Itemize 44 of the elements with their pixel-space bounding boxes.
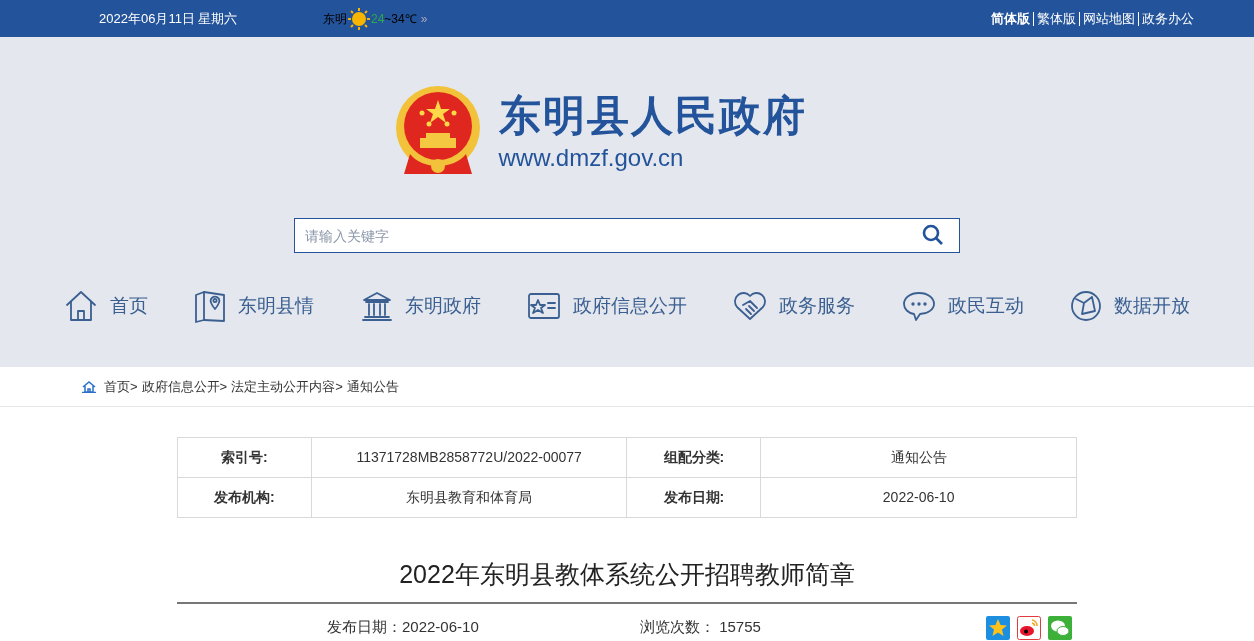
search-field[interactable]: 请输入关键字 (294, 218, 960, 253)
wechat-icon[interactable] (1048, 615, 1072, 640)
home-icon (64, 289, 98, 323)
sun-icon (347, 6, 371, 31)
table-cell: 2022-06-10 (761, 478, 1077, 518)
site-name: 东明县人民政府 (498, 91, 807, 141)
nav-item[interactable]: 政务服务 (733, 289, 856, 323)
view-count: 浏览次数： 15755 (640, 617, 761, 638)
low-temperature: 24 (371, 10, 385, 28)
high-temperature: ~34℃ (384, 10, 417, 28)
handshake-icon (733, 290, 768, 322)
nav-item[interactable]: 数据开放 (1069, 289, 1190, 323)
nav-item[interactable]: 东明县情 (194, 289, 315, 323)
breadcrumb-link[interactable]: 法定主动公开内容> (231, 376, 343, 397)
breadcrumb-link[interactable]: 首页> (104, 376, 138, 397)
nav-item[interactable]: 政民互动 (901, 289, 1024, 323)
chat-icon (901, 290, 936, 322)
site-url: www.dmzf.gov.cn (498, 143, 685, 173)
table-header-cell: 组配分类: (627, 438, 762, 478)
weather-city: 东明 (323, 10, 347, 28)
table-cell: 通知公告 (761, 438, 1077, 478)
nav-item[interactable]: 首页 (64, 289, 148, 323)
article-title: 2022年东明县教体系统公开招聘教师简章 (399, 560, 855, 588)
network-globe-icon (1069, 290, 1102, 322)
weibo-icon[interactable] (1017, 615, 1041, 640)
building-icon (360, 290, 393, 322)
home-icon (82, 380, 96, 393)
table-header-cell: 发布机构: (178, 478, 312, 518)
breadcrumb-link[interactable]: 通知公告 (346, 376, 399, 397)
table-header-cell: 发布日期: (627, 478, 762, 518)
table-header-cell: 索引号: (178, 438, 312, 478)
nav-item[interactable]: 政府信息公开 (527, 289, 687, 323)
table-cell: 东明县教育和体育局 (311, 478, 628, 518)
publish-date: 发布日期：2022-06-10 (327, 617, 480, 638)
top-link[interactable]: 网站地图 (1083, 8, 1135, 29)
map-pin-icon (194, 289, 227, 323)
date-text: 2022年06月11日 星期六 (99, 9, 239, 28)
top-link[interactable]: 繁体版 (1037, 8, 1076, 29)
id-card-icon (527, 291, 561, 321)
breadcrumb-link[interactable]: 政府信息公开> (141, 376, 228, 397)
top-link[interactable]: 简体版 (991, 8, 1030, 29)
nav-item[interactable]: 东明政府 (360, 289, 481, 323)
top-link[interactable]: 政务办公 (1142, 8, 1194, 29)
search-icon[interactable] (922, 224, 944, 246)
